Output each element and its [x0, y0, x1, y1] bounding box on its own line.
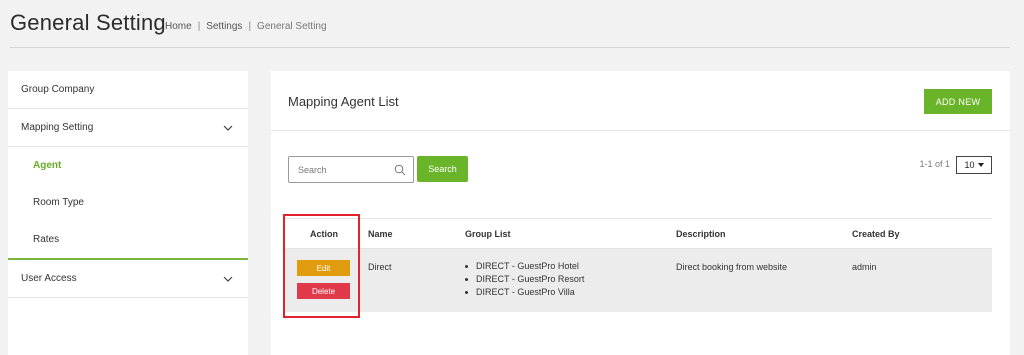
sidebar-item-rates[interactable]: Rates: [8, 221, 248, 258]
cell-name: Direct: [368, 262, 392, 272]
column-header-group-list: Group List: [465, 229, 511, 239]
mapping-submenu: Agent Room Type Rates: [8, 147, 248, 260]
add-new-button[interactable]: ADD NEW: [924, 89, 992, 114]
search-icon: [394, 164, 406, 176]
group-list-item: DIRECT - GuestPro Resort: [465, 273, 584, 286]
column-header-description: Description: [676, 229, 726, 239]
column-header-action: Action: [310, 229, 338, 239]
sidebar-item-label: User Access: [21, 273, 77, 284]
caret-down-icon: [977, 163, 984, 167]
search-input[interactable]: [289, 157, 389, 182]
page-size-value: 10: [964, 160, 975, 170]
sidebar: Group Company Mapping Setting Agent Room…: [8, 71, 248, 355]
main-panel: Mapping Agent List ADD NEW Search 1-1 of…: [271, 71, 1010, 355]
breadcrumb-separator: |: [248, 21, 252, 32]
chevron-down-icon: [223, 125, 233, 131]
group-list-item: DIRECT - GuestPro Hotel: [465, 260, 584, 273]
edit-button[interactable]: Edit: [297, 260, 350, 276]
sidebar-item-user-access[interactable]: User Access: [8, 260, 248, 298]
breadcrumb: Home | Settings | General Setting: [165, 21, 327, 32]
table-row: Edit Delete Direct DIRECT - GuestPro Hot…: [284, 249, 992, 312]
page-header: General Setting Home | Settings | Genera…: [10, 8, 1010, 48]
sidebar-item-label: Group Company: [21, 84, 95, 95]
page-size-select[interactable]: 10: [956, 156, 992, 174]
breadcrumb-home[interactable]: Home: [165, 21, 192, 32]
cell-created-by: admin: [852, 262, 877, 272]
table-header: Action Name Group List Description Creat…: [284, 218, 992, 249]
chevron-down-icon: [223, 276, 233, 282]
sidebar-item-room-type[interactable]: Room Type: [8, 184, 248, 221]
panel-title: Mapping Agent List: [288, 94, 399, 109]
sidebar-item-group-company[interactable]: Group Company: [8, 71, 248, 109]
search-field: [288, 156, 414, 183]
breadcrumb-settings[interactable]: Settings: [206, 21, 242, 32]
sidebar-item-mapping-setting[interactable]: Mapping Setting: [8, 109, 248, 147]
search-button[interactable]: Search: [417, 156, 468, 182]
group-list-item: DIRECT - GuestPro Villa: [465, 286, 584, 299]
cell-description: Direct booking from website: [676, 262, 788, 272]
column-header-name: Name: [368, 229, 393, 239]
panel-header: Mapping Agent List ADD NEW: [271, 71, 1010, 131]
sidebar-item-label: Mapping Setting: [21, 122, 94, 133]
breadcrumb-separator: |: [197, 21, 201, 32]
pagination-info: 1-1 of 1: [919, 159, 950, 169]
delete-button[interactable]: Delete: [297, 283, 350, 299]
page-title: General Setting: [10, 10, 166, 35]
breadcrumb-current: General Setting: [257, 21, 327, 32]
agent-table: Action Name Group List Description Creat…: [284, 218, 992, 312]
cell-group-list: DIRECT - GuestPro Hotel DIRECT - GuestPr…: [465, 260, 584, 299]
column-header-created-by: Created By: [852, 229, 900, 239]
sidebar-item-agent[interactable]: Agent: [8, 147, 248, 184]
